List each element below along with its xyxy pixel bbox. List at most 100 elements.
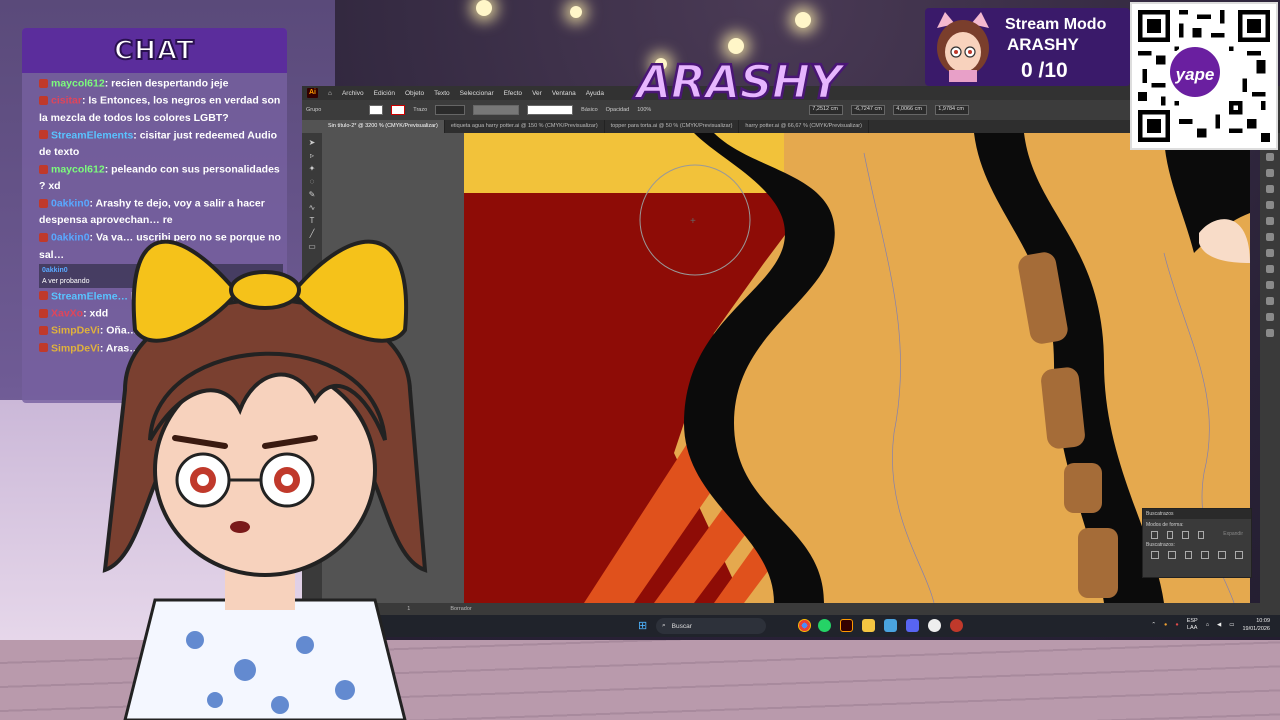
lasso-tool-icon[interactable]: ◌ [307, 177, 317, 186]
user-badges [39, 127, 49, 144]
user-badges [39, 340, 49, 357]
layers-icon[interactable] [1266, 169, 1274, 177]
network-icon[interactable]: ⌂ [1206, 622, 1209, 628]
expand-button[interactable]: Expandir [1223, 531, 1243, 539]
user-badges [39, 322, 49, 339]
windows-start-icon[interactable]: ⊞ [638, 620, 650, 632]
chat-username[interactable]: maycol612 [51, 77, 105, 89]
chat-username[interactable]: StreamElements [51, 129, 133, 141]
clock[interactable]: 10:09 19/01/2026 [1242, 617, 1270, 633]
variable-width-field[interactable] [473, 105, 520, 115]
brushes-icon[interactable] [1266, 233, 1274, 241]
language-indicator[interactable]: ESP LAA [1187, 618, 1198, 632]
divide-icon[interactable] [1151, 551, 1159, 559]
swatches-icon[interactable] [1266, 217, 1274, 225]
libraries-icon[interactable] [1266, 185, 1274, 193]
chevron-up-icon[interactable]: ⌃ [1151, 622, 1156, 628]
unite-icon[interactable] [1151, 531, 1158, 539]
stroke-icon[interactable] [1266, 265, 1274, 273]
pen-tool-icon[interactable]: ✎ [307, 190, 317, 199]
minus-back-icon[interactable] [1235, 551, 1243, 559]
chat-username[interactable]: cisitar [51, 95, 82, 107]
channel-logo: ARASHY [635, 54, 844, 111]
badge-icon [39, 164, 48, 174]
group-label: Grupo [306, 107, 322, 113]
menu-ventana[interactable]: Ventana [552, 90, 576, 97]
y-field[interactable]: -6,7247 cm [851, 105, 886, 115]
svg-text:+: + [690, 216, 696, 227]
crop-icon[interactable] [1201, 551, 1210, 559]
direct-selection-tool-icon[interactable]: ▹ [307, 151, 317, 160]
appearance-icon[interactable] [1266, 313, 1274, 321]
merge-icon[interactable] [1184, 551, 1193, 559]
badge-icon [39, 96, 48, 105]
chat-username[interactable]: maycol612 [51, 163, 105, 175]
gradient-icon[interactable] [1266, 281, 1274, 289]
obs-icon[interactable] [928, 619, 941, 632]
outline-icon[interactable] [1218, 551, 1227, 559]
h-field[interactable]: 1,9784 cm [935, 105, 970, 115]
home-icon[interactable]: ⌂ [328, 90, 332, 97]
volume-icon[interactable]: ◀ [1217, 622, 1221, 628]
file-explorer-icon[interactable] [862, 619, 875, 632]
menu-archivo[interactable]: Archivo [342, 90, 364, 97]
symbols-icon[interactable] [1266, 249, 1274, 257]
tab-document-1[interactable]: Sin título-2* @ 3200 % (CMYK/Previsualiz… [322, 120, 445, 133]
menu-ayuda[interactable]: Ayuda [586, 90, 604, 97]
user-badges [39, 75, 49, 92]
battery-icon[interactable]: ▭ [1229, 622, 1234, 628]
magic-wand-tool-icon[interactable]: ✦ [307, 164, 317, 173]
chrome-icon[interactable] [798, 619, 811, 632]
app-icon[interactable] [950, 619, 963, 632]
tab-document-3[interactable]: topper para torta.ai @ 50 % (CMYK/Previs… [605, 120, 740, 133]
badge-icon [39, 308, 48, 318]
transparency-icon[interactable] [1266, 297, 1274, 305]
tray-app-icon[interactable]: ● [1164, 622, 1167, 628]
properties-icon[interactable] [1266, 153, 1274, 161]
w-field[interactable]: 4,0066 cm [893, 105, 928, 115]
clock-time: 10:09 [1256, 618, 1270, 624]
chat-message: cisitar: Is Entonces, los negros en verd… [39, 92, 283, 126]
minus-front-icon[interactable] [1166, 531, 1174, 539]
chat-text: : recien despertando jeje [104, 77, 229, 90]
goal-name: ARASHY [1007, 35, 1079, 54]
fill-swatch[interactable] [369, 105, 384, 115]
stroke-swatch[interactable] [391, 105, 406, 115]
menu-efecto[interactable]: Efecto [504, 90, 522, 97]
chat-message: StreamElements: cisitar just redeemed Au… [39, 127, 283, 161]
menu-edicion[interactable]: Edición [374, 90, 395, 97]
graphic-styles-icon[interactable] [1266, 329, 1274, 337]
stroke-weight-field[interactable] [435, 105, 466, 115]
exclude-icon[interactable] [1197, 531, 1205, 539]
chat-username[interactable]: 0akkin0 [42, 267, 68, 274]
string-light [476, 0, 492, 16]
tray-app-icon[interactable]: ● [1175, 622, 1178, 628]
menu-texto[interactable]: Texto [434, 90, 450, 97]
menu-ver[interactable]: Ver [532, 90, 542, 97]
discord-icon[interactable] [906, 619, 919, 632]
menu-seleccionar[interactable]: Seleccionar [460, 90, 494, 97]
color-icon[interactable] [1266, 201, 1274, 209]
stroke-label: Trazo [413, 107, 428, 113]
artboard-canvas[interactable]: + [464, 133, 1250, 603]
language-top: ESP [1186, 618, 1198, 624]
chat-message: maycol612: recien despertando jeje [39, 75, 283, 92]
taskbar-search[interactable]: ⌕ Buscar [656, 618, 766, 634]
selection-tool-icon[interactable]: ➤ [307, 138, 317, 147]
intersect-icon[interactable] [1182, 531, 1189, 539]
whatsapp-icon[interactable] [818, 619, 831, 632]
photos-icon[interactable] [884, 619, 897, 632]
brush-definition-field[interactable] [527, 105, 574, 115]
clock-date: 19/01/2026 [1242, 626, 1270, 632]
user-badges [39, 195, 49, 212]
badge-icon [39, 343, 48, 353]
illustrator-taskbar-icon[interactable] [840, 619, 853, 632]
trim-icon[interactable] [1167, 551, 1176, 559]
subscriber-goal-widget: Stream Modo ARASHY 0 /10 [925, 8, 1130, 86]
tab-document-2[interactable]: etiqueta agua harry potter.ai @ 150 % (C… [445, 120, 605, 133]
yape-logo: yape [1167, 44, 1223, 100]
badge-icon [39, 325, 48, 335]
tab-document-4[interactable]: harry potter.ai @ 66,67 % (CMYK/Previsua… [739, 120, 869, 133]
menu-objeto[interactable]: Objeto [405, 90, 424, 97]
chat-message: maycol612: peleando con sus personalidad… [39, 161, 283, 195]
